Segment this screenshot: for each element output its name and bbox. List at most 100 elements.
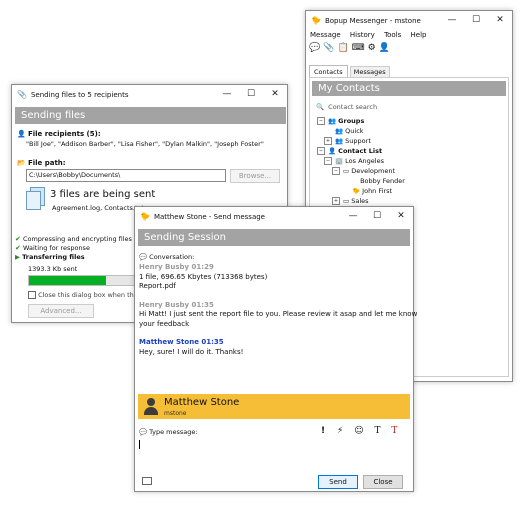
recipients-list: "Bill Joe", "Addison Barber", "Lisa Fish… bbox=[26, 140, 264, 148]
sending-files-banner: Sending files bbox=[15, 107, 286, 124]
messenger-title-bar: 🐤 Bopup Messenger - mstone — ☐ ✕ bbox=[306, 11, 512, 30]
tree-support[interactable]: + 👥 Support bbox=[324, 137, 371, 146]
tree-los-angeles[interactable]: − 🏢 Los Angeles bbox=[324, 157, 384, 166]
close-dialog-checkbox[interactable] bbox=[28, 291, 36, 299]
contact-search-placeholder: Contact search bbox=[328, 103, 378, 111]
arrow-right-icon: ▶ bbox=[15, 253, 20, 261]
my-contacts-banner: My Contacts bbox=[312, 81, 506, 96]
building-icon: 🏢 bbox=[335, 157, 344, 165]
sending-session-banner: Sending Session bbox=[138, 229, 410, 246]
tree-sales[interactable]: + ▭ Sales bbox=[332, 197, 369, 206]
collapse-icon[interactable]: − bbox=[324, 157, 332, 165]
message-header: Matthew Stone 01:35 bbox=[139, 338, 224, 346]
minimize-button[interactable]: — bbox=[341, 207, 365, 226]
expand-icon[interactable]: + bbox=[332, 197, 340, 205]
group-icon: 👥 bbox=[335, 127, 344, 135]
recipient-user-icon: 👤 bbox=[17, 130, 26, 138]
message-text: Hi Matt! I just sent the report file to … bbox=[139, 310, 418, 318]
messenger-menu-bar: Message History Tools Help bbox=[310, 31, 427, 39]
type-message-label: Type message: bbox=[149, 428, 198, 436]
tree-john-first[interactable]: 🐤 John First bbox=[352, 187, 392, 196]
message-text: Hey, sure! I will do it. Thanks! bbox=[139, 347, 244, 356]
tree-development[interactable]: − ▭ Development bbox=[332, 167, 395, 176]
messenger-title: Bopup Messenger - mstone bbox=[324, 16, 421, 25]
messenger-app-icon: 🐤 bbox=[311, 15, 321, 25]
progress-text: 1393.3 Kb sent bbox=[28, 265, 78, 273]
menu-tools[interactable]: Tools bbox=[384, 31, 401, 39]
menu-message[interactable]: Message bbox=[310, 31, 341, 39]
format-toolbar: ! ⚡ ☺ T T bbox=[321, 426, 397, 436]
tree-groups[interactable]: − 👥 Groups bbox=[317, 117, 364, 126]
maximize-button[interactable]: ☐ bbox=[365, 207, 389, 226]
collapse-icon[interactable]: − bbox=[317, 147, 325, 155]
font-color-icon[interactable]: T bbox=[391, 426, 397, 436]
files-document-icon bbox=[26, 187, 45, 210]
recipients-label: File recipients (5): bbox=[27, 130, 101, 138]
tree-quick[interactable]: 👥 Quick bbox=[335, 127, 364, 136]
step-transferring: ▶ Transferring files bbox=[15, 253, 85, 261]
groups-icon: 👥 bbox=[328, 117, 337, 125]
step-compressing: ✔ Compressing and encrypting files bbox=[15, 235, 132, 243]
file-path-field[interactable]: C:\Users\Bobby\Documents\ bbox=[26, 169, 226, 182]
check-icon: ✔ bbox=[15, 244, 21, 252]
user-card-icon[interactable]: 👤 bbox=[379, 43, 393, 53]
recipient-bar: Matthew Stone mstone bbox=[138, 394, 410, 419]
message-block: Matthew Stone 01:35 Hey, sure! I will do… bbox=[139, 338, 407, 357]
tree-bobby-fender[interactable]: Bobby Fender bbox=[352, 177, 405, 186]
keyboard-icon[interactable]: ⌨ bbox=[352, 43, 368, 53]
close-button[interactable]: Close bbox=[363, 475, 403, 489]
message-input[interactable] bbox=[139, 438, 407, 472]
close-window-button[interactable]: ✕ bbox=[389, 207, 413, 226]
priority-icon[interactable]: ! bbox=[321, 426, 325, 436]
text-cursor bbox=[139, 440, 140, 449]
sending-title-bar: 📎 Sending files to 5 recipients — ☐ ✕ bbox=[12, 85, 287, 104]
menu-help[interactable]: Help bbox=[411, 31, 427, 39]
minimize-button[interactable]: — bbox=[215, 85, 239, 104]
history-icon[interactable]: 📋 bbox=[337, 43, 351, 53]
send-message-icon[interactable]: 💬 bbox=[309, 43, 323, 53]
collapse-icon[interactable]: − bbox=[317, 117, 325, 125]
recipient-name: Matthew Stone bbox=[164, 397, 240, 408]
message-header: Henry Busby 01:29 bbox=[139, 263, 214, 271]
lightning-icon[interactable]: ⚡ bbox=[337, 426, 343, 436]
messenger-toolbar: 💬📎📋⌨⚙👤 bbox=[309, 43, 393, 53]
type-message-label-row: 💬 Type message: bbox=[139, 428, 198, 436]
contact-search[interactable]: 🔍 Contact search bbox=[316, 103, 377, 111]
font-icon[interactable]: T bbox=[374, 426, 380, 436]
file-path-label-row: 📂 File path: bbox=[17, 159, 66, 167]
collapse-icon[interactable]: − bbox=[332, 167, 340, 175]
browse-button[interactable]: Browse... bbox=[230, 169, 280, 183]
search-icon: 🔍 bbox=[316, 103, 325, 111]
department-icon: ▭ bbox=[343, 197, 350, 205]
send-message-window: 🐤 Matthew Stone - Send message — ☐ ✕ Sen… bbox=[134, 206, 418, 492]
panel-toggle-icon[interactable] bbox=[142, 477, 152, 485]
advanced-button[interactable]: Advanced... bbox=[28, 304, 94, 318]
recipient-avatar-icon bbox=[144, 397, 158, 415]
conversation-label-row: 💬 Conversation: bbox=[139, 253, 194, 261]
menu-history[interactable]: History bbox=[350, 31, 375, 39]
recipient-login: mstone bbox=[164, 410, 187, 417]
send-title: Matthew Stone - Send message bbox=[153, 212, 265, 221]
close-window-button[interactable]: ✕ bbox=[488, 11, 512, 30]
folder-icon: 📂 bbox=[17, 159, 26, 167]
maximize-button[interactable]: ☐ bbox=[239, 85, 263, 104]
check-icon: ✔ bbox=[15, 235, 21, 243]
tree-contact-list[interactable]: − 👤 Contact List bbox=[317, 147, 382, 156]
files-sending-title: 3 files are being sent bbox=[50, 189, 156, 200]
message-text: 1 file, 696.65 Kbytes (713368 bytes) bbox=[139, 272, 268, 281]
user-icon: 👤 bbox=[328, 147, 337, 155]
maximize-button[interactable]: ☐ bbox=[464, 11, 488, 30]
tab-messages[interactable]: Messages bbox=[349, 66, 390, 77]
attach-file-icon[interactable]: 📎 bbox=[323, 43, 337, 53]
minimize-button[interactable]: — bbox=[440, 11, 464, 30]
close-window-button[interactable]: ✕ bbox=[263, 85, 287, 104]
settings-gear-icon[interactable]: ⚙ bbox=[368, 43, 379, 53]
expand-icon[interactable]: + bbox=[324, 137, 332, 145]
sending-title: Sending files to 5 recipients bbox=[30, 90, 129, 99]
recipients-label-row: 👤 File recipients (5): bbox=[17, 130, 101, 138]
emoticon-icon[interactable]: ☺ bbox=[354, 426, 363, 436]
file-path-label: File path: bbox=[27, 159, 66, 167]
send-button[interactable]: Send bbox=[318, 475, 358, 489]
paperclip-icon: 📎 bbox=[17, 89, 27, 99]
conversation-area: Henry Busby 01:29 1 file, 696.65 Kbytes … bbox=[139, 263, 418, 387]
